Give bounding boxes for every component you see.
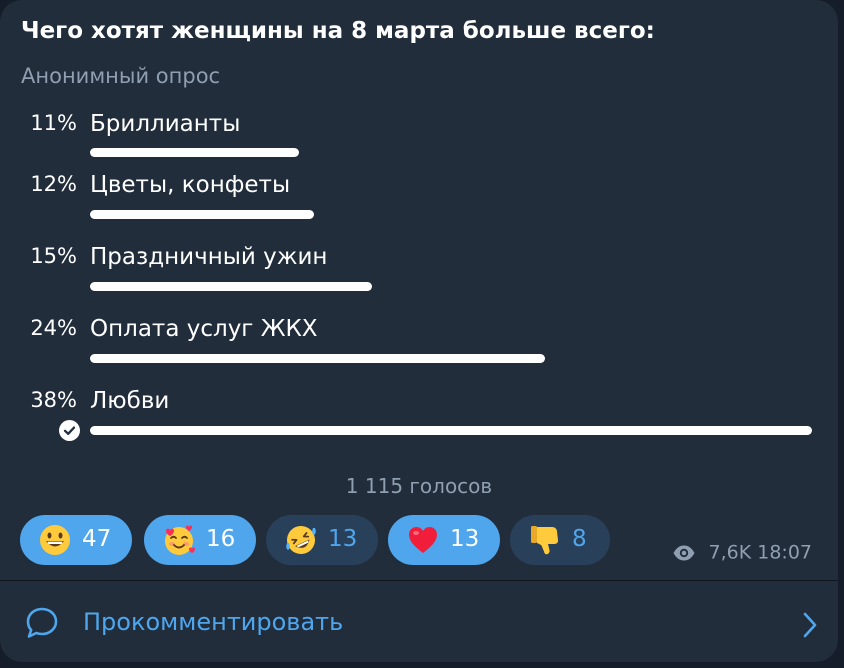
poll-option-percent: 15% bbox=[30, 244, 77, 268]
views-count: 7,6K bbox=[708, 541, 752, 564]
poll-option-percent: 38% bbox=[30, 388, 77, 412]
reaction-smiling-hearts[interactable]: 16 bbox=[144, 515, 256, 565]
rolling-on-floor-laughing-icon bbox=[284, 523, 318, 557]
poll-option-3: 15% Праздничный ужин bbox=[0, 244, 838, 304]
reaction-count: 13 bbox=[328, 526, 358, 552]
reaction-heart[interactable]: 13 bbox=[388, 515, 500, 565]
poll-option-percent: 24% bbox=[30, 316, 77, 340]
poll-option-percent: 12% bbox=[30, 172, 77, 196]
poll-question: Чего хотят женщины на 8 марта больше все… bbox=[21, 18, 655, 44]
message-meta: 7,6K 18:07 bbox=[672, 541, 812, 567]
poll-type-label: Анонимный опрос bbox=[21, 64, 221, 88]
message-time: 18:07 bbox=[757, 541, 812, 564]
red-heart-icon bbox=[406, 523, 440, 557]
reaction-rofl[interactable]: 13 bbox=[266, 515, 378, 565]
comment-label: Прокомментировать bbox=[83, 608, 344, 636]
message-card: Чего хотят женщины на 8 марта больше все… bbox=[0, 0, 838, 662]
poll-option-1: 11% Бриллианты bbox=[0, 111, 838, 171]
reaction-count: 8 bbox=[572, 526, 587, 552]
reaction-grinning[interactable]: 47 bbox=[20, 515, 132, 565]
comment-bubble-icon bbox=[26, 607, 58, 638]
reaction-count: 47 bbox=[82, 526, 112, 552]
poll-option-bar bbox=[90, 210, 314, 219]
thumbs-down-icon bbox=[528, 523, 562, 557]
poll-option-bar bbox=[90, 148, 299, 157]
poll-total-votes: 1 115 голосов bbox=[345, 474, 493, 498]
poll-option-label: Цветы, конфеты bbox=[90, 172, 291, 198]
reaction-thumbs-down[interactable]: 8 bbox=[510, 515, 610, 565]
poll-option-bar bbox=[90, 354, 545, 363]
poll-option-label: Бриллианты bbox=[90, 111, 241, 137]
comment-button[interactable]: Прокомментировать bbox=[0, 581, 838, 662]
chosen-check-icon bbox=[59, 420, 80, 441]
poll-option-bar bbox=[90, 282, 372, 291]
reaction-count: 16 bbox=[206, 526, 236, 552]
poll-option-2: 12% Цветы, конфеты bbox=[0, 172, 838, 232]
poll-option-label: Оплата услуг ЖКХ bbox=[90, 316, 318, 342]
grinning-face-icon bbox=[38, 523, 72, 557]
reaction-count: 13 bbox=[450, 526, 480, 552]
chevron-right-icon bbox=[803, 612, 817, 638]
poll-option-label: Праздничный ужин bbox=[90, 244, 328, 270]
poll-option-4: 24% Оплата услуг ЖКХ bbox=[0, 316, 838, 376]
poll-option-label: Любви bbox=[90, 388, 170, 414]
poll-option-5: 38% Любви bbox=[0, 388, 838, 448]
poll-option-percent: 11% bbox=[30, 111, 77, 135]
eye-icon bbox=[673, 545, 695, 560]
smiling-face-with-hearts-icon bbox=[162, 523, 196, 557]
poll-option-bar bbox=[90, 426, 812, 435]
